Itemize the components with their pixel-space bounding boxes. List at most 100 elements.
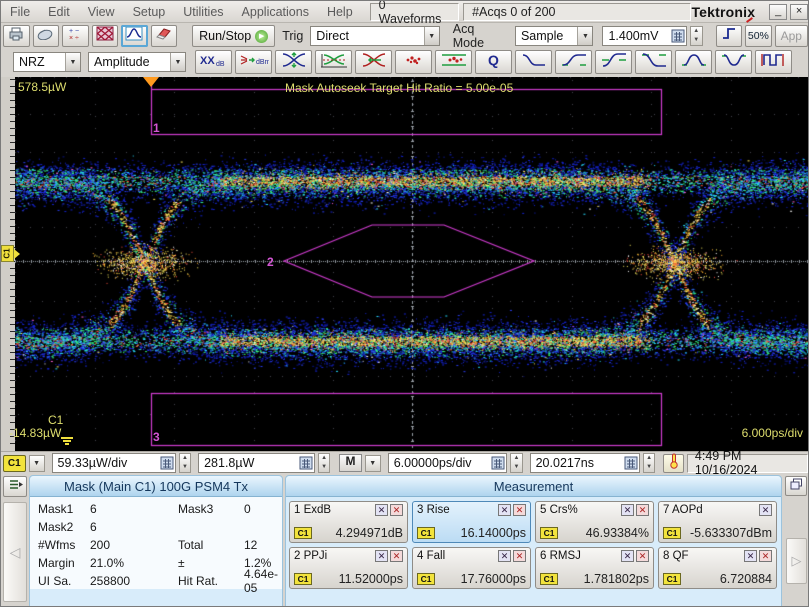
rise-time-mid-ref-button[interactable] [595, 50, 632, 74]
measurement-cell-fall[interactable]: 4 Fall ✕ ✕ C1 17.76000ps [412, 547, 531, 589]
print-button[interactable] [3, 25, 30, 47]
rise-time-low-ref-button[interactable] [555, 50, 592, 74]
vertical-scale-spinner[interactable]: ▲ ▼ [178, 453, 192, 473]
panel-collapse-button[interactable]: ◁ [3, 502, 27, 602]
ext-ratio-db-button[interactable]: XX dB [195, 50, 232, 74]
horizontal-position-input[interactable]: 20.0217ns [529, 453, 640, 473]
channel-reference-marker[interactable]: C1 [1, 245, 14, 262]
keypad-icon[interactable] [160, 456, 174, 470]
horizontal-position-spinner[interactable]: ▲ ▼ [642, 453, 656, 473]
minimize-button[interactable]: _ [769, 3, 788, 20]
measurement-cell-aopd[interactable]: 7 AOPd ✕ C1 -5.633307dBm [658, 501, 777, 543]
menu-file[interactable]: File [1, 5, 39, 19]
app-button[interactable]: App [774, 25, 808, 47]
keypad-icon[interactable] [491, 456, 505, 470]
stats-icon[interactable]: ✕ [498, 504, 511, 516]
menu-utilities[interactable]: Utilities [174, 5, 232, 19]
stats-icon[interactable]: ✕ [498, 550, 511, 562]
jitter-pp-button[interactable] [395, 50, 432, 74]
keypad-icon[interactable] [671, 29, 685, 43]
fall-time-top-ref-button[interactable] [635, 50, 672, 74]
stats-icon[interactable]: ✕ [621, 550, 634, 562]
vertical-offset-input[interactable]: 281.8µW [198, 453, 315, 473]
vertical-scale-input[interactable]: 59.33µW/div [51, 453, 176, 473]
horizontal-scale-spinner[interactable]: ▲ ▼ [510, 453, 523, 473]
measurement-cell-exdb[interactable]: 1 ExdB ✕ ✕ C1 4.294971dB [289, 501, 408, 543]
panel-expand-button[interactable]: ▷ [786, 538, 807, 584]
annotation-icon[interactable]: ✕ [636, 504, 649, 516]
measure-category-select[interactable]: Amplitude ▼ [88, 52, 186, 72]
mask-test-button[interactable] [91, 25, 119, 47]
jitter-rms-button[interactable] [435, 50, 472, 74]
horizontal-scale-input[interactable]: 6.00000ps/div [387, 453, 508, 473]
waveform-database-button[interactable] [121, 25, 148, 47]
fall-time-button[interactable] [515, 50, 552, 74]
menu-help[interactable]: Help [318, 5, 362, 19]
q-factor-button[interactable]: Q [475, 50, 512, 74]
measurement-cell-rmsj[interactable]: 6 RMSJ ✕ ✕ C1 1.781802ps [535, 547, 654, 589]
mask-row-value: 258800 [90, 574, 131, 588]
run-icon: ▶ [255, 29, 269, 43]
stats-icon[interactable]: ✕ [621, 504, 634, 516]
crossing-percent-button[interactable] [315, 50, 352, 74]
run-stop-button[interactable]: Run/Stop ▶ [192, 25, 276, 47]
stats-icon[interactable]: ✕ [375, 550, 388, 562]
menu-applications[interactable]: Applications [233, 5, 318, 19]
stats-icon[interactable]: ✕ [744, 550, 757, 562]
close-button[interactable]: × [790, 3, 808, 20]
neg-pulse-button[interactable] [715, 50, 752, 74]
mask-row-label: ± [178, 556, 185, 570]
mask-panel-title[interactable]: Mask (Main C1) 100G PSM4 Tx [30, 476, 282, 497]
annotation-icon[interactable]: ✕ [513, 504, 526, 516]
trigger-slope-button[interactable] [715, 25, 743, 47]
panel-toolbox-button[interactable] [3, 476, 27, 497]
channel-select-badge[interactable]: C1 [3, 454, 26, 472]
stats-icon[interactable]: ✕ [375, 504, 388, 516]
annotation-icon[interactable]: ✕ [513, 550, 526, 562]
temperature-button[interactable] [663, 453, 684, 473]
menu-setup[interactable]: Setup [124, 5, 175, 19]
source-badge: C1 [540, 573, 558, 585]
measurement-cell-qf[interactable]: 8 QF ✕ ✕ C1 6.720884 [658, 547, 777, 589]
timebase-dropdown[interactable]: ▼ [364, 454, 381, 472]
eye-height-button[interactable] [275, 50, 312, 74]
bit-rate-button[interactable] [755, 50, 792, 74]
annotation-icon[interactable]: ✕ [390, 550, 403, 562]
trigger-level-input[interactable]: 1.400mV [602, 26, 687, 46]
measurement-value: 17.76000ps [460, 572, 526, 586]
mask-row-label: Mask2 [38, 520, 74, 534]
annotation-icon[interactable]: ✕ [636, 550, 649, 562]
trigger-level-spinner[interactable]: ▲ ▼ [689, 26, 703, 46]
trig-label: Trig [282, 29, 304, 43]
keypad-icon[interactable] [299, 456, 313, 470]
mask-results-panel: Mask (Main C1) 100G PSM4 Tx Mask1 6 Mask3 0… [29, 475, 283, 606]
annotation-icon[interactable]: ✕ [759, 550, 772, 562]
eye-width-button[interactable] [355, 50, 392, 74]
panel-copy-button[interactable] [785, 476, 807, 496]
menu-edit[interactable]: Edit [39, 5, 79, 19]
trigger-source-select[interactable]: Direct ▼ [310, 26, 440, 46]
pos-pulse-button[interactable] [675, 50, 712, 74]
annotation-icon[interactable]: ✕ [390, 504, 403, 516]
stats-icon[interactable]: ✕ [759, 504, 772, 516]
top-scale-label: 578.5µW [18, 80, 67, 94]
acq-mode-select[interactable]: Sample ▼ [514, 26, 594, 46]
math-setup-button[interactable]: + − × ÷ [62, 25, 89, 47]
avg-optical-power-button[interactable]: dBm [235, 50, 272, 74]
menu-view[interactable]: View [79, 5, 124, 19]
measurement-cell-rise[interactable]: 3 Rise ✕ ✕ C1 16.14000ps [412, 501, 531, 543]
trigger-position-marker[interactable] [143, 77, 159, 87]
set-to-50pct-button[interactable]: 50% [745, 25, 772, 47]
measurement-cell-ppji[interactable]: 2 PPJi ✕ ✕ C1 11.52000ps [289, 547, 408, 589]
channel-dropdown[interactable]: ▼ [28, 454, 45, 472]
keypad-icon[interactable] [624, 456, 638, 470]
svg-text:Q: Q [488, 52, 499, 68]
copy-window-icon [790, 477, 803, 495]
measurement-cell-crs[interactable]: 5 Crs% ✕ ✕ C1 46.93384% [535, 501, 654, 543]
timebase-badge[interactable]: M [339, 454, 362, 472]
clear-data-button[interactable] [150, 25, 178, 47]
signal-type-select[interactable]: NRZ ▼ [13, 52, 81, 72]
vertical-offset-spinner[interactable]: ▲ ▼ [317, 453, 331, 473]
copy-screen-button[interactable] [32, 25, 60, 47]
measurement-panel-title[interactable]: Measurement [286, 476, 781, 497]
